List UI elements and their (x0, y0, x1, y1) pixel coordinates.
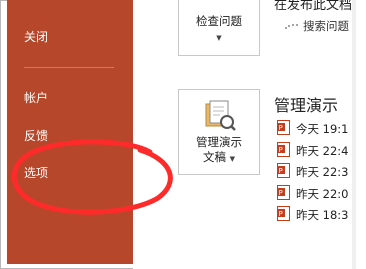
version-text: 昨天 22:3 (296, 165, 349, 179)
sidebar-item-feedback[interactable]: 反馈 (24, 128, 48, 144)
sidebar-item-account[interactable]: 帐户 (24, 90, 48, 106)
check-issues-label: 检查问题 (196, 14, 242, 28)
sidebar-item-options[interactable]: 选项 (24, 165, 48, 181)
svg-text:P: P (279, 210, 283, 218)
svg-text:P: P (279, 146, 283, 154)
version-text: 今天 19:1 (296, 122, 349, 136)
inspect-heading: 在发布此文档 (274, 0, 353, 13)
powerpoint-file-icon: P (277, 120, 290, 135)
manage-heading: 管理演示 (274, 96, 339, 115)
manage-presentation-label-2: 文稿 (202, 150, 226, 164)
powerpoint-file-icon: P (277, 163, 290, 178)
powerpoint-file-icon: P (277, 185, 290, 200)
chevron-down-icon: ▼ (216, 34, 222, 42)
powerpoint-file-icon: P (277, 206, 290, 221)
dotted-spinner-icon (285, 24, 298, 29)
sidebar-item-close[interactable]: 关闭 (24, 29, 48, 45)
search-issues-text: 搜索问题 (303, 19, 349, 33)
powerpoint-file-icon: P (277, 142, 290, 157)
svg-text:P: P (279, 124, 283, 132)
version-text: 昨天 22:0 (296, 187, 349, 201)
manage-document-icon (205, 100, 236, 131)
version-text: 昨天 22:4 (296, 144, 349, 158)
backstage-sidebar: 关闭 帐户 反馈 选项 (7, 0, 133, 264)
version-text: 昨天 18:3 (296, 208, 349, 222)
manage-presentation-button[interactable]: 管理演示 文稿 ▼ (178, 89, 260, 175)
manage-presentation-label-1: 管理演示 (196, 135, 242, 149)
check-issues-button[interactable]: 检查问题 ▼ (178, 0, 260, 56)
svg-text:P: P (279, 189, 283, 197)
chevron-down-icon: ▼ (229, 155, 236, 163)
vertical-scrollbar[interactable] (352, 0, 356, 269)
backstage-content: 检查问题 ▼ 在发布此文档 搜索问题 管理演示 文稿 ▼ 管理演示 P 今天 1… (133, 0, 366, 269)
sidebar-divider (24, 67, 114, 68)
svg-text:P: P (279, 167, 283, 175)
